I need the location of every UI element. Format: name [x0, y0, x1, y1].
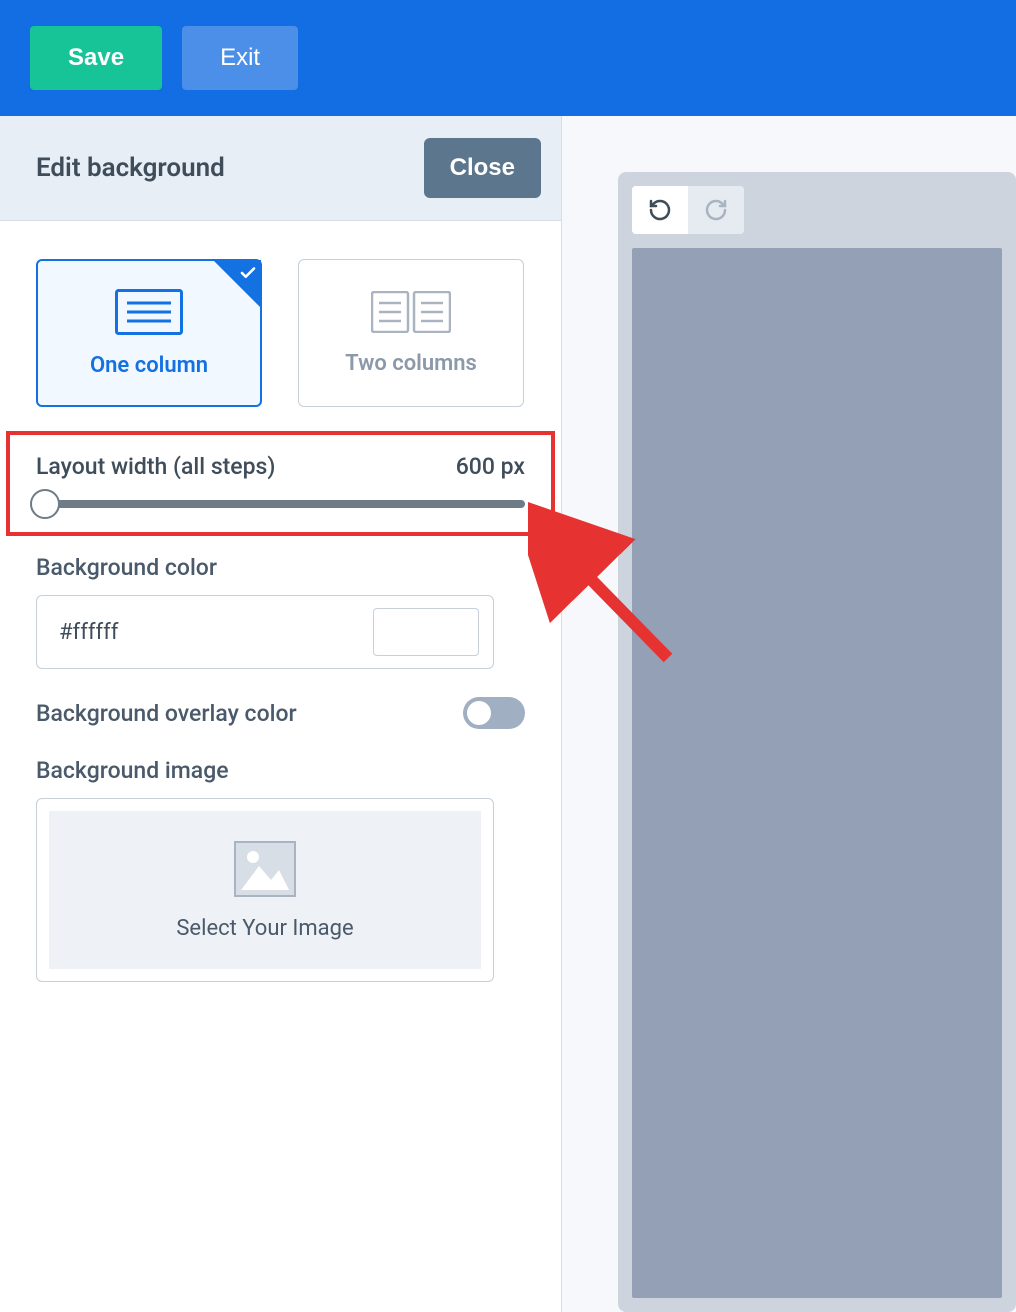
- history-controls: [632, 186, 744, 234]
- save-button[interactable]: Save: [30, 26, 162, 90]
- toggle-knob: [467, 701, 491, 725]
- side-panel: Edit background Close One column: [0, 116, 562, 1312]
- image-placeholder-icon: [233, 840, 297, 898]
- overlay-row: Background overlay color: [36, 697, 525, 729]
- layout-options: One column Two columns: [36, 259, 525, 407]
- preview-canvas[interactable]: [632, 248, 1002, 1298]
- background-image-label: Background image: [36, 757, 525, 784]
- background-color-value: #ffffff: [59, 620, 118, 645]
- layout-width-label: Layout width (all steps): [36, 453, 275, 480]
- layout-one-column-label: One column: [90, 353, 208, 378]
- overlay-label: Background overlay color: [36, 700, 297, 727]
- close-button[interactable]: Close: [424, 138, 541, 198]
- layout-two-columns[interactable]: Two columns: [298, 259, 524, 407]
- select-image-label: Select Your Image: [176, 916, 353, 941]
- panel-header: Edit background Close: [0, 116, 561, 221]
- layout-width-slider[interactable]: [36, 500, 525, 508]
- background-color-input[interactable]: #ffffff: [36, 595, 494, 669]
- preview-window: [618, 172, 1016, 1312]
- background-image-group: Background image Select Your Image: [36, 757, 525, 982]
- layout-one-column[interactable]: One column: [36, 259, 262, 407]
- panel-title: Edit background: [36, 153, 225, 183]
- exit-button[interactable]: Exit: [182, 26, 298, 90]
- selected-check-icon: [213, 260, 261, 308]
- one-column-icon: [115, 289, 183, 335]
- layout-two-columns-label: Two columns: [345, 351, 477, 376]
- content: Edit background Close One column: [0, 116, 1016, 1312]
- slider-thumb[interactable]: [30, 489, 60, 519]
- layout-width-value: 600 px: [456, 453, 525, 480]
- panel-body: One column Two columns: [0, 221, 561, 1010]
- layout-width-highlighted: Layout width (all steps) 600 px: [6, 431, 555, 536]
- redo-button: [688, 186, 744, 234]
- undo-icon: [648, 198, 672, 222]
- overlay-toggle[interactable]: [463, 697, 525, 729]
- background-color-swatch[interactable]: [373, 608, 479, 656]
- layout-width-row: Layout width (all steps) 600 px: [36, 453, 525, 480]
- undo-button[interactable]: [632, 186, 688, 234]
- background-color-group: Background color #ffffff: [36, 554, 525, 669]
- top-bar: Save Exit: [0, 0, 1016, 116]
- redo-icon: [704, 198, 728, 222]
- preview-pane: [562, 116, 1016, 1312]
- select-image-button[interactable]: Select Your Image: [49, 811, 481, 969]
- background-image-drop: Select Your Image: [36, 798, 494, 982]
- two-column-icon: [371, 291, 451, 333]
- background-color-label: Background color: [36, 554, 525, 581]
